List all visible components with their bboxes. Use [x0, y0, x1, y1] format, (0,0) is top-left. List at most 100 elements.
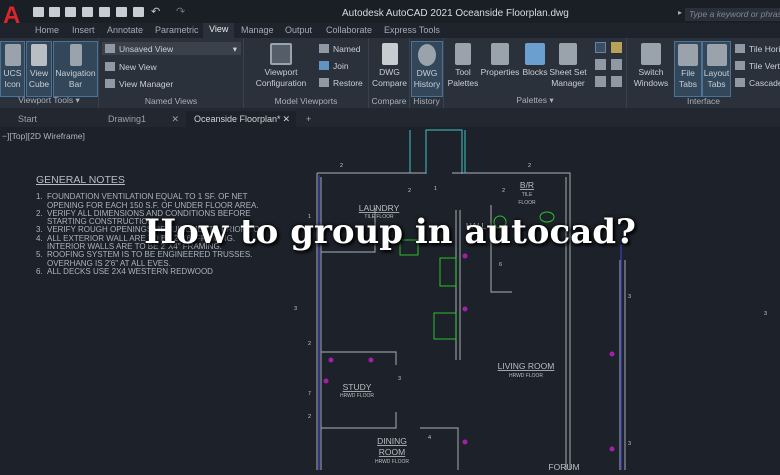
share-icon[interactable] [116, 7, 127, 17]
new-icon[interactable] [33, 7, 44, 17]
note-item: 1. FOUNDATION VENTILATION EQUAL TO 1 SF. … [36, 192, 259, 210]
search-input[interactable]: Type a keyword or phrase [685, 8, 780, 21]
named-icon [319, 44, 329, 53]
viewport-controls[interactable]: −][Top][2D Wireframe] [2, 131, 85, 141]
new-tab-plus-icon[interactable]: + [298, 111, 319, 127]
plot-icon[interactable] [133, 7, 144, 17]
file-tabs-icon [678, 44, 698, 66]
room-floor: TILE [522, 192, 533, 198]
expand-icon[interactable]: ▸ [678, 8, 682, 17]
svg-text:3: 3 [628, 294, 631, 300]
calculator-icon[interactable] [611, 59, 622, 70]
doc-tab-start[interactable]: Start [10, 111, 100, 127]
walls [316, 129, 626, 470]
save-icon[interactable] [65, 7, 76, 17]
design-center-icon[interactable] [611, 42, 622, 53]
dwg-compare-button[interactable]: DWG Compare [371, 41, 408, 89]
panel-model-viewports: Viewport Configuration Named Join Restor… [244, 38, 369, 108]
tab-insert[interactable]: Insert [72, 25, 95, 35]
tile-vertically-button[interactable]: Tile Verti [735, 61, 780, 71]
tab-output[interactable]: Output [285, 25, 312, 35]
room-floor: HRWD FLOOR [509, 373, 543, 379]
clipboard-icon[interactable] [611, 76, 622, 87]
sheet-icon[interactable] [595, 76, 606, 87]
title-bar: A ↶ ↷ Autodesk AutoCAD 2021 Oceanside Fl… [0, 0, 780, 29]
svg-text:2: 2 [340, 163, 343, 169]
new-view-button[interactable]: New View [105, 62, 157, 72]
properties-button[interactable]: Properties [480, 41, 520, 78]
restore-button[interactable]: Restore [319, 78, 363, 88]
tab-view[interactable]: View [203, 23, 235, 38]
svg-text:2: 2 [308, 414, 311, 420]
publish-icon[interactable] [99, 7, 110, 17]
svg-text:1: 1 [434, 186, 437, 192]
command-line-icon[interactable] [595, 42, 606, 53]
chevron-down-icon: ▾ [232, 44, 237, 54]
sheet-set-icon [559, 43, 577, 65]
panel-palettes: Tool Palettes Properties Blocks Sheet Se… [444, 38, 627, 108]
join-button[interactable]: Join [319, 61, 349, 71]
panel-label[interactable]: Palettes ▾ [444, 95, 626, 106]
svg-text:2: 2 [308, 341, 311, 347]
room-floor: HRWD FLOOR [375, 459, 409, 465]
history-clock-icon [418, 44, 436, 66]
ucs-icon [4, 44, 21, 66]
panel-compare: DWG Compare Compare [369, 38, 410, 108]
restore-icon [319, 78, 329, 87]
doc-tab-drawing1[interactable]: Drawing1 ✕ [100, 111, 185, 127]
tab-express-tools[interactable]: Express Tools [384, 25, 440, 35]
panel-label: Named Views [144, 96, 198, 106]
file-tabs-button[interactable]: File Tabs [674, 41, 702, 97]
notes-title: GENERAL NOTES [36, 174, 125, 186]
switch-windows-button[interactable]: Switch Windows [629, 41, 673, 89]
panel-history: DWG History History [410, 38, 444, 108]
open-icon[interactable] [49, 7, 60, 17]
tile-horizontal-icon [735, 44, 745, 53]
tab-manage[interactable]: Manage [241, 25, 274, 35]
svg-text:2: 2 [528, 163, 531, 169]
tile-vertical-icon [735, 61, 745, 70]
tool-palettes-button[interactable]: Tool Palettes [446, 41, 480, 89]
redo-icon[interactable]: ↷ [176, 5, 185, 18]
cascade-button[interactable]: Cascade [735, 78, 780, 88]
svg-text:6: 6 [499, 262, 502, 268]
tab-annotate[interactable]: Annotate [107, 25, 143, 35]
markup-icon[interactable] [595, 59, 606, 70]
tile-horizontally-button[interactable]: Tile Hori [735, 44, 780, 54]
named-view-dropdown[interactable]: Unsaved View ▾ [102, 42, 241, 55]
room-br: B/R [520, 180, 534, 190]
close-icon[interactable]: ✕ [282, 114, 290, 125]
ribbon: UCS Icon View Cube Navigation Bar Viewpo… [0, 38, 780, 108]
panel-label[interactable]: Viewport Tools ▾ [0, 95, 98, 106]
layout-tabs-button[interactable]: Layout Tabs [702, 41, 731, 97]
sheet-set-manager-button[interactable]: Sheet Set Manager [549, 41, 587, 89]
view-cube-button[interactable]: View Cube [26, 41, 52, 97]
panel-named-views: Unsaved View ▾ New View View Manager Name… [99, 38, 244, 108]
named-viewports-button[interactable]: Named [319, 44, 360, 54]
room-floor: FLOOR [518, 200, 536, 206]
close-icon[interactable]: ✕ [171, 114, 179, 125]
ucs-icon-button[interactable]: UCS Icon [0, 41, 25, 97]
tab-home[interactable]: Home [35, 25, 59, 35]
svg-text:4: 4 [428, 435, 431, 441]
undo-icon[interactable]: ↶ [151, 5, 160, 18]
blocks-button[interactable]: Blocks [521, 41, 549, 78]
save-as-icon[interactable] [82, 7, 93, 17]
join-icon [319, 61, 329, 70]
layout-tabs-icon [706, 44, 727, 66]
doc-tab-oceanside[interactable]: Oceanside Floorplan* ✕ [186, 111, 296, 127]
blocks-icon [525, 43, 545, 65]
switch-windows-icon [641, 43, 661, 65]
tab-collaborate[interactable]: Collaborate [326, 25, 372, 35]
viewport-configuration-button[interactable]: Viewport Configuration [250, 41, 312, 89]
tab-parametric[interactable]: Parametric [155, 25, 199, 35]
panel-label: Compare [371, 96, 407, 106]
dwg-history-button[interactable]: DWG History [411, 41, 443, 97]
headline-overlay: How to group in autocad? [144, 212, 636, 252]
view-manager-button[interactable]: View Manager [105, 79, 173, 89]
room-dining: ROOM [379, 447, 405, 457]
room-forum: FORUM [548, 462, 579, 470]
document-tabs: Start Drawing1 ✕ Oceanside Floorplan* ✕ + [0, 108, 780, 127]
navigation-bar-button[interactable]: Navigation Bar [53, 41, 98, 97]
room-study: STUDY [343, 382, 372, 392]
